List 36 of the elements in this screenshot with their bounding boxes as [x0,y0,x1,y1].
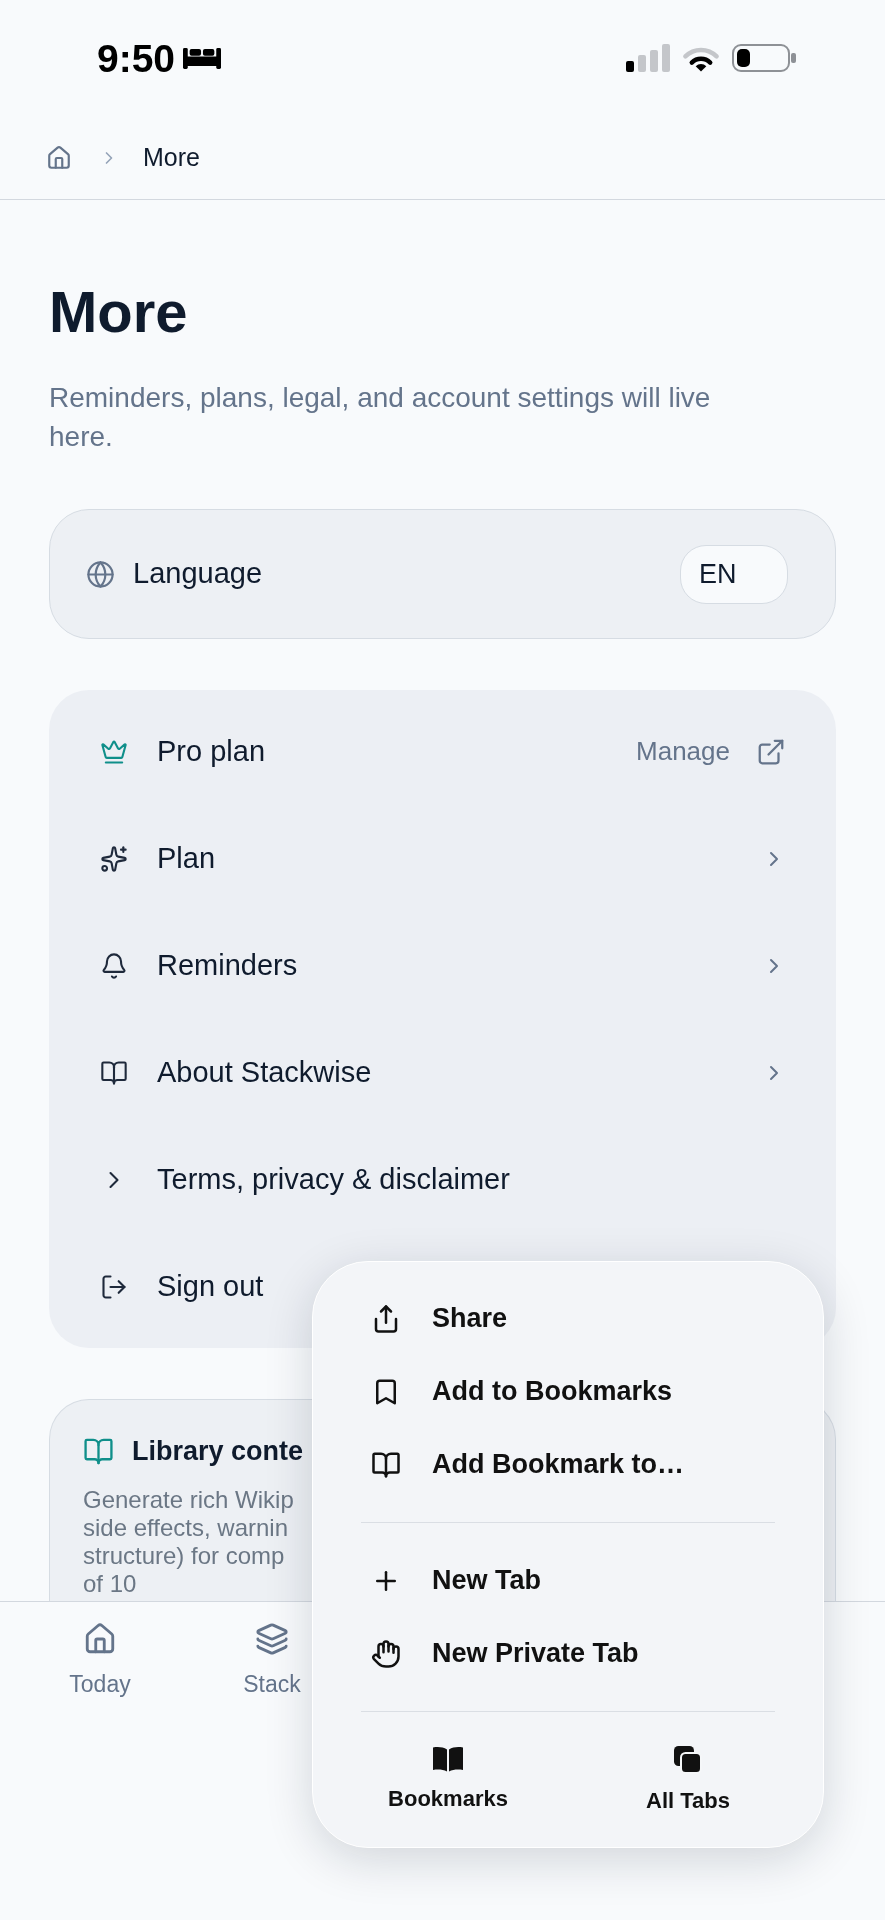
globe-icon [86,559,115,589]
signal-icon [626,44,670,72]
menu-item[interactable]: Add to Bookmarks [313,1355,823,1428]
menu-item[interactable]: Add Bookmark to… [313,1428,823,1501]
book-icon [100,1058,128,1087]
menu-item[interactable]: Share [313,1282,823,1355]
menu-item[interactable]: New Tab [313,1544,823,1617]
page-subtitle: Reminders, plans, legal, and account settings will live here. [49,381,712,454]
exit-icon [100,1272,128,1301]
sparkle-icon [100,844,128,873]
library-card-description: Generate rich Wikip side effects, warnin structure) for comp of 10 [83,1486,294,1598]
home-icon[interactable] [46,144,72,171]
toolbar-button[interactable]: All Tabs [568,1746,808,1815]
sign-out-button[interactable]: Sign out [100,1233,264,1340]
squares-icon [674,1746,702,1774]
language-label: Language [133,556,263,592]
book-icon [432,1746,464,1772]
manage-button[interactable]: Manage [636,732,786,771]
status-time: 9:50 [97,38,176,78]
menu-item[interactable]: Reminders [100,912,786,1019]
toolbar-button[interactable]: Bookmarks [328,1746,568,1815]
hand-icon [371,1638,401,1669]
menu-item[interactable]: About Stackwise [100,1019,786,1126]
bell-icon [100,951,128,980]
language-select[interactable]: EN [680,544,788,604]
plan-label: Pro plan [157,733,265,769]
library-card-title: Library conte [132,1435,304,1468]
bed-icon [183,45,222,71]
nav-tab[interactable]: Today [14,1622,186,1698]
layers-icon [255,1622,289,1656]
page-title: More [49,280,189,344]
disclosure-toggle[interactable]: Terms, privacy & disclaimer [100,1126,786,1233]
battery-icon [732,44,796,72]
house-icon [83,1622,117,1656]
menu-item[interactable]: Plan [100,805,786,912]
breadcrumb-current: More [143,141,200,173]
